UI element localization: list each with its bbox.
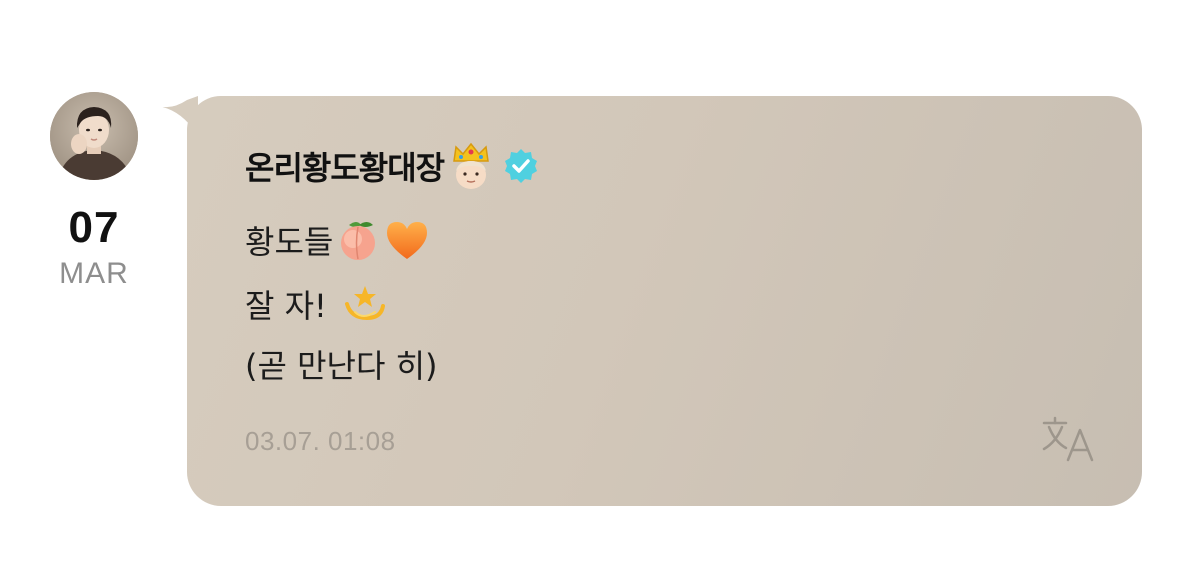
message-line-2: 잘 자! xyxy=(245,280,387,328)
orange-heart-emoji-icon xyxy=(383,217,431,263)
crowned-person-emoji-icon xyxy=(448,141,494,191)
message-line-2-text: 잘 자! xyxy=(245,287,327,325)
verified-badge-icon xyxy=(502,147,540,185)
translate-icon[interactable] xyxy=(1040,416,1098,466)
message-line-3-text: (곧 만난다 히) xyxy=(245,347,438,385)
message-timestamp: 03.07. 01:08 xyxy=(245,426,396,456)
sender-row: 온리황도황대장 xyxy=(245,141,540,191)
message-line-1-text: 황도들 xyxy=(245,223,334,261)
avatar[interactable] xyxy=(50,92,138,180)
message-line-3: (곧 만난다 히) xyxy=(245,340,438,388)
sender-name: 온리황도황대장 xyxy=(245,149,445,187)
peach-emoji-icon xyxy=(335,217,381,263)
date-day: 07 xyxy=(68,203,120,252)
message-line-1: 황도들 xyxy=(245,216,431,264)
post-date: 07 MAR xyxy=(44,202,144,294)
date-month: MAR xyxy=(59,257,129,290)
dizzy-emoji-icon xyxy=(341,282,387,326)
message-view: 07 MAR 온리황도황대장 황도들 잘 자! (곧 만난다 히) 03.07.… xyxy=(0,0,1200,580)
message-bubble[interactable]: 온리황도황대장 황도들 잘 자! (곧 만난다 히) 03.07. 01:08 xyxy=(187,96,1142,506)
